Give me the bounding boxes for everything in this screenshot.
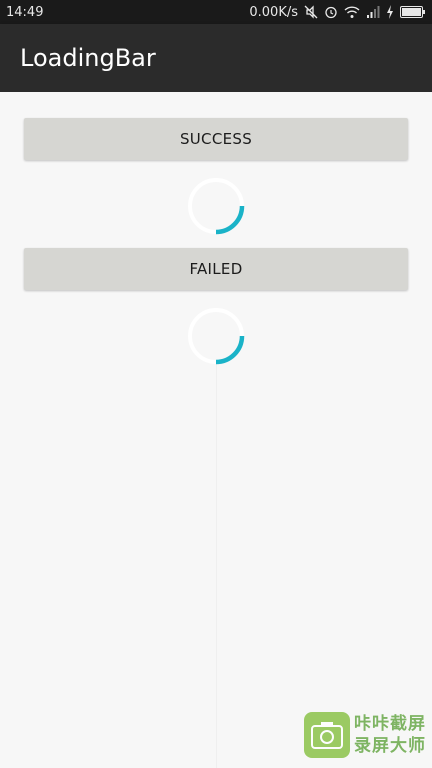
success-button[interactable]: SUCCESS: [24, 118, 408, 160]
app-title: LoadingBar: [20, 44, 156, 72]
failed-button[interactable]: FAILED: [24, 248, 408, 290]
loading-spinner-failed: [188, 308, 245, 365]
divider: [216, 362, 217, 768]
alarm-icon: [325, 6, 337, 19]
main-content: SUCCESS FAILED: [0, 92, 432, 768]
charging-icon: [387, 5, 393, 19]
watermark: 咔咔截屏 录屏大师: [304, 702, 432, 768]
status-bar: 14:49 0.00K/s: [0, 0, 432, 24]
network-speed: 0.00K/s: [249, 4, 298, 20]
app-bar: LoadingBar: [0, 24, 432, 92]
status-time: 14:49: [6, 4, 44, 20]
wifi-icon: [344, 6, 360, 18]
signal-icon: [367, 6, 380, 18]
watermark-line1: 咔咔截屏: [354, 714, 426, 734]
status-icons: 0.00K/s: [249, 5, 426, 20]
watermark-text: 咔咔截屏 录屏大师: [354, 713, 426, 757]
watermark-line2: 录屏大师: [354, 736, 426, 756]
battery-icon: [400, 6, 425, 18]
loading-spinner-success: [188, 178, 245, 235]
mute-icon: [304, 5, 318, 19]
camera-icon: [304, 712, 350, 758]
